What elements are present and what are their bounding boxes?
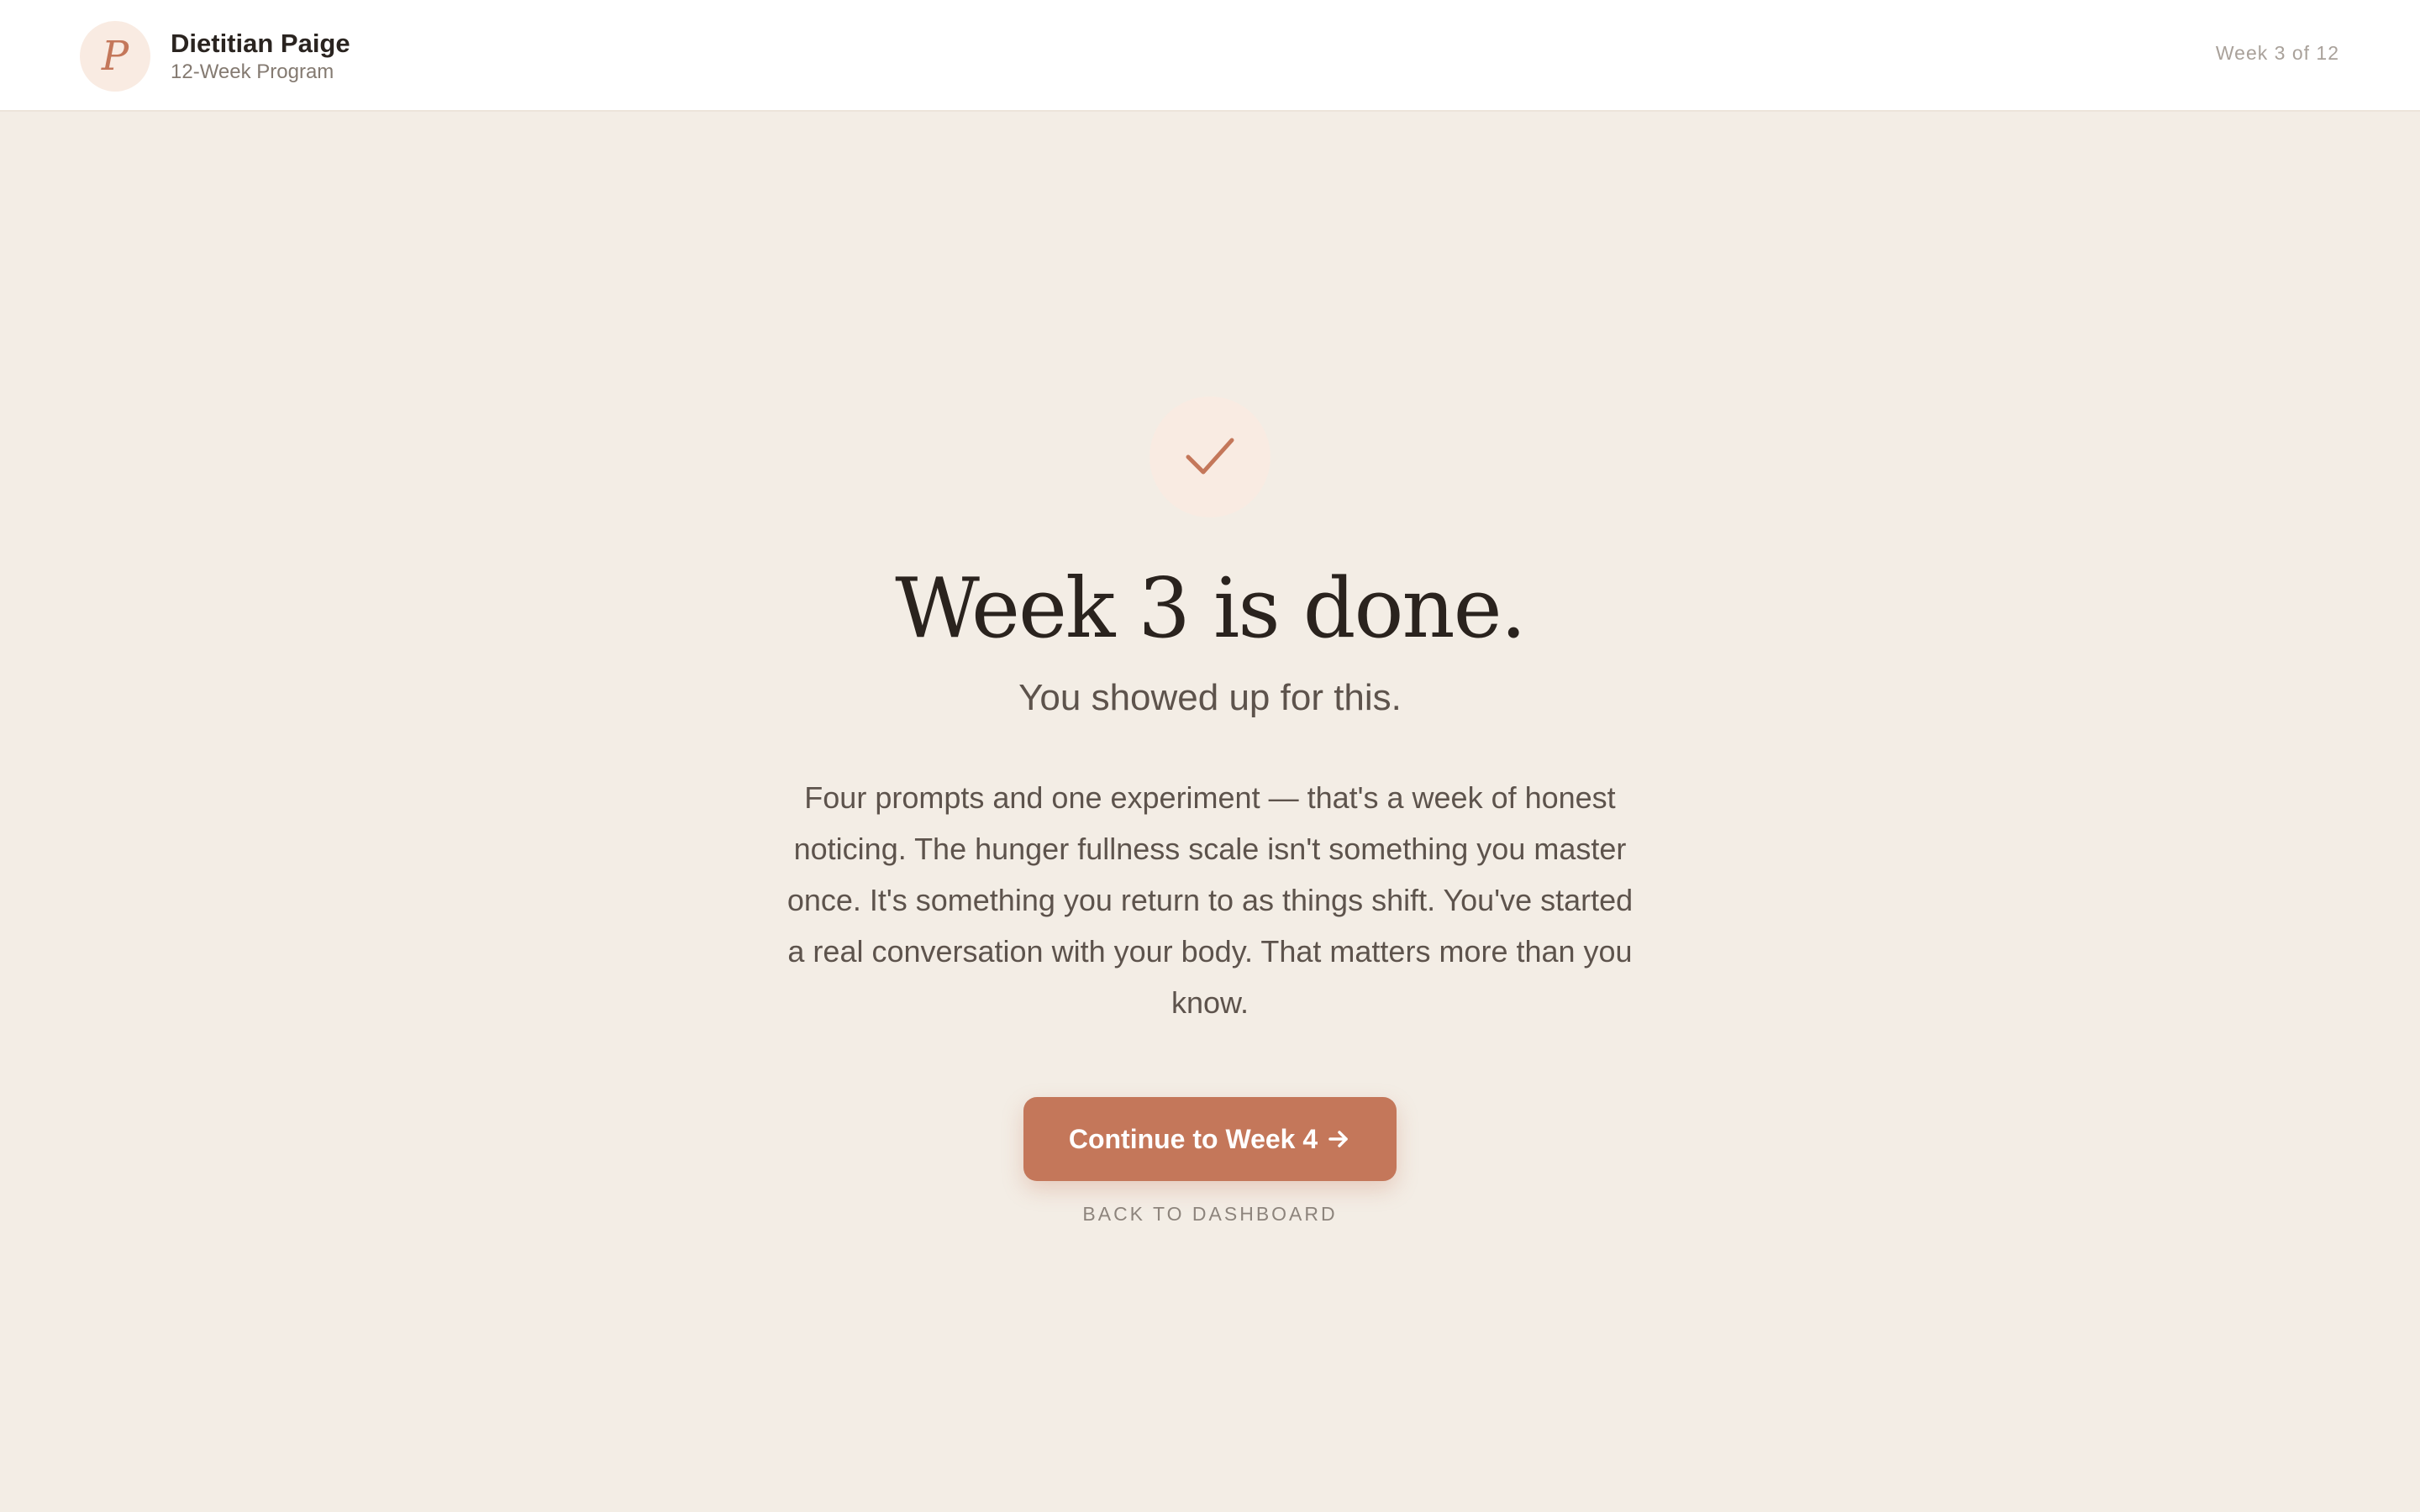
completion-panel: Week 3 is done. You showed up for this. … xyxy=(0,112,2420,1512)
check-badge xyxy=(1150,396,1270,517)
continue-button[interactable]: Continue to Week 4 xyxy=(1023,1097,1397,1181)
page-title: Week 3 is done. xyxy=(895,561,1527,657)
continue-button-label: Continue to Week 4 xyxy=(1068,1123,1318,1154)
page-subtitle: You showed up for this. xyxy=(1018,677,1402,718)
brand-name: Dietitian Paige xyxy=(171,29,350,58)
week-progress-indicator: Week 3 of 12 xyxy=(2215,42,2339,64)
back-to-dashboard-link[interactable]: BACK TO DASHBOARD xyxy=(0,1203,2420,1226)
top-header: P Dietitian Paige 12-Week Program Week 3… xyxy=(0,0,2420,112)
brand-avatar: P xyxy=(80,21,150,92)
brand-text: Dietitian Paige 12-Week Program xyxy=(171,28,350,85)
completion-message: Four prompts and one experiment — that's… xyxy=(786,780,1634,1020)
arrow-right-icon xyxy=(1328,1131,1348,1147)
avatar-letter: P xyxy=(101,33,129,80)
brand-subtitle: 12-Week Program xyxy=(171,60,334,83)
check-icon xyxy=(1186,438,1234,475)
brand[interactable]: P Dietitian Paige 12-Week Program xyxy=(80,21,350,92)
